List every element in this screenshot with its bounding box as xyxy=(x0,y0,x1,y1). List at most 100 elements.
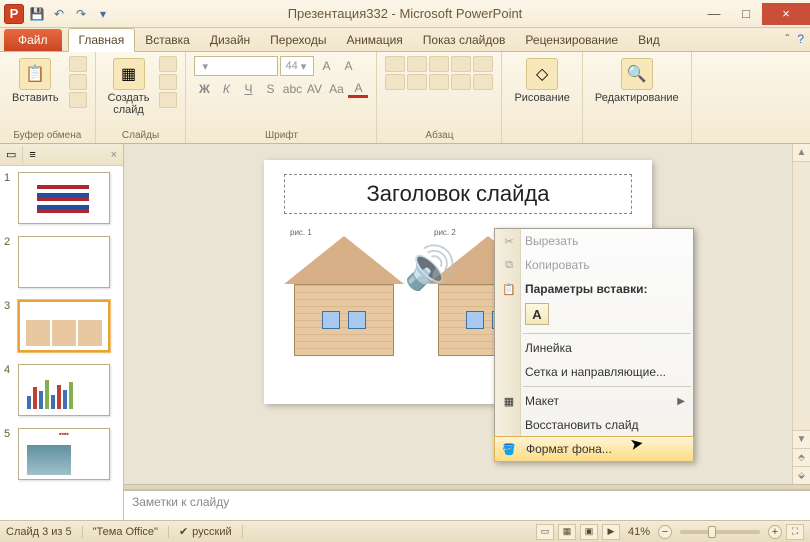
thumb-row[interactable]: 3 xyxy=(0,294,123,358)
minimize-button[interactable]: — xyxy=(698,3,730,25)
close-button[interactable]: × xyxy=(762,3,810,25)
vertical-scrollbar[interactable]: ▲ ▼ ⬘ ⬙ xyxy=(792,144,810,484)
zoom-in-button[interactable]: + xyxy=(768,525,782,539)
zoom-slider[interactable] xyxy=(680,530,760,534)
tab-transitions[interactable]: Переходы xyxy=(260,29,336,51)
thumb-row[interactable]: 1 xyxy=(0,166,123,230)
format-painter-icon[interactable] xyxy=(69,92,87,108)
tab-animation[interactable]: Анимация xyxy=(336,29,412,51)
chevron-right-icon: ▶ xyxy=(677,396,685,407)
thumb-tab-outline[interactable]: ≡ xyxy=(23,147,41,163)
drawing-button[interactable]: ◇ Рисование xyxy=(510,56,573,106)
cm-layout[interactable]: ▦ Макет ▶ xyxy=(495,389,693,413)
zoom-thumb[interactable] xyxy=(708,526,716,538)
cm-reset[interactable]: Восстановить слайд xyxy=(495,413,693,437)
tab-design[interactable]: Дизайн xyxy=(200,29,260,51)
italic-icon[interactable]: К xyxy=(216,80,236,98)
scroll-up-icon[interactable]: ▲ xyxy=(793,144,810,162)
font-family-select[interactable]: ▾ xyxy=(194,56,278,76)
thumbnails[interactable]: 1 2 3 4 xyxy=(0,166,123,486)
thumb-4[interactable] xyxy=(18,364,110,416)
bold-icon[interactable]: Ж xyxy=(194,80,214,98)
tab-insert[interactable]: Вставка xyxy=(135,29,200,51)
cm-cut[interactable]: ✂ Вырезать xyxy=(495,229,693,253)
reset-icon[interactable] xyxy=(159,74,177,90)
cut-icon[interactable] xyxy=(69,56,87,72)
file-tab[interactable]: Файл xyxy=(4,29,62,51)
cm-ruler[interactable]: Линейка xyxy=(495,336,693,360)
line-spacing-icon[interactable] xyxy=(473,56,493,72)
cm-format-background[interactable]: 🪣 Формат фона... xyxy=(494,436,694,462)
underline-icon[interactable]: Ч xyxy=(238,80,258,98)
group-font-label: Шрифт xyxy=(194,128,368,141)
scroll-down-icon[interactable]: ▼ xyxy=(793,430,810,448)
view-slideshow-button[interactable]: ▶ xyxy=(602,524,620,540)
shrink-font-icon[interactable]: A xyxy=(338,57,358,75)
case-icon[interactable]: Aa xyxy=(326,80,346,98)
spacing-icon[interactable]: AV xyxy=(304,80,324,98)
strike-icon[interactable]: S xyxy=(260,80,280,98)
align-left-icon[interactable] xyxy=(385,74,405,90)
thumb-row[interactable]: 4 xyxy=(0,358,123,422)
help-icon[interactable]: ? xyxy=(797,32,804,46)
prev-slide-icon[interactable]: ⬘ xyxy=(793,448,810,466)
status-language[interactable]: ✔ русский xyxy=(179,525,243,538)
ribbon-minimize-icon[interactable]: ˆ xyxy=(785,32,789,46)
thumb-num: 5 xyxy=(4,428,14,440)
undo-icon[interactable]: ↶ xyxy=(50,5,68,23)
font-size-select[interactable]: 44 ▾ xyxy=(280,56,314,76)
copy-icon[interactable] xyxy=(69,74,87,90)
notes-pane[interactable]: Заметки к слайду xyxy=(124,490,810,520)
align-right-icon[interactable] xyxy=(429,74,449,90)
save-icon[interactable]: 💾 xyxy=(28,5,46,23)
thumb-row[interactable]: 5 ■■■■ xyxy=(0,422,123,486)
bullets-icon[interactable] xyxy=(385,56,405,72)
status-theme[interactable]: "Тема Office" xyxy=(93,526,169,538)
view-reading-button[interactable]: ▣ xyxy=(580,524,598,540)
thumb-tab-slides[interactable]: ▭ xyxy=(0,146,23,163)
numbering-icon[interactable] xyxy=(407,56,427,72)
layout-icon[interactable] xyxy=(159,56,177,72)
align-center-icon[interactable] xyxy=(407,74,427,90)
indent-dec-icon[interactable] xyxy=(429,56,449,72)
shadow-icon[interactable]: abc xyxy=(282,80,302,98)
audio-icon[interactable]: 🔊 xyxy=(404,244,456,293)
tab-home[interactable]: Главная xyxy=(68,28,136,52)
thumb-1[interactable] xyxy=(18,172,110,224)
thumb-5[interactable]: ■■■■ xyxy=(18,428,110,480)
slide-canvas[interactable]: Заголовок слайда рис. 1 рис. 2 🔊 ▲ ▼ xyxy=(124,144,810,484)
tab-slideshow[interactable]: Показ слайдов xyxy=(413,29,516,51)
thumb-2[interactable] xyxy=(18,236,110,288)
cm-copy[interactable]: ⧉ Копировать xyxy=(495,253,693,277)
thumb-row[interactable]: 2 xyxy=(0,230,123,294)
cm-grid[interactable]: Сетка и направляющие... xyxy=(495,360,693,384)
redo-icon[interactable]: ↷ xyxy=(72,5,90,23)
paste-keep-text-button[interactable]: А xyxy=(525,303,549,325)
app-icon[interactable]: P xyxy=(4,4,24,24)
tab-view[interactable]: Вид xyxy=(628,29,670,51)
grow-font-icon[interactable]: A xyxy=(316,57,336,75)
thumb-3[interactable] xyxy=(18,300,110,352)
indent-inc-icon[interactable] xyxy=(451,56,471,72)
editing-button[interactable]: 🔍 Редактирование xyxy=(591,56,683,106)
view-normal-button[interactable]: ▭ xyxy=(536,524,554,540)
section-icon[interactable] xyxy=(159,92,177,108)
font-color-icon[interactable]: A xyxy=(348,80,368,98)
columns-icon[interactable] xyxy=(473,74,493,90)
status-slide-pos[interactable]: Слайд 3 из 5 xyxy=(6,526,83,538)
next-slide-icon[interactable]: ⬙ xyxy=(793,466,810,484)
view-sorter-button[interactable]: ▦ xyxy=(558,524,576,540)
maximize-button[interactable]: □ xyxy=(730,3,762,25)
zoom-out-button[interactable]: − xyxy=(658,525,672,539)
title-placeholder[interactable]: Заголовок слайда xyxy=(284,174,632,214)
paste-button[interactable]: 📋 Вставить xyxy=(8,56,63,106)
thumb-num: 1 xyxy=(4,172,14,184)
zoom-value[interactable]: 41% xyxy=(628,526,650,538)
qat-more-icon[interactable]: ▾ xyxy=(94,5,112,23)
new-slide-button[interactable]: ▦ Создать слайд xyxy=(104,56,154,118)
fit-to-window-button[interactable]: ⛶ xyxy=(786,524,804,540)
tab-review[interactable]: Рецензирование xyxy=(515,29,628,51)
cm-cut-label: Вырезать xyxy=(525,234,578,248)
justify-icon[interactable] xyxy=(451,74,471,90)
thumb-panel-close-icon[interactable]: × xyxy=(105,147,123,163)
